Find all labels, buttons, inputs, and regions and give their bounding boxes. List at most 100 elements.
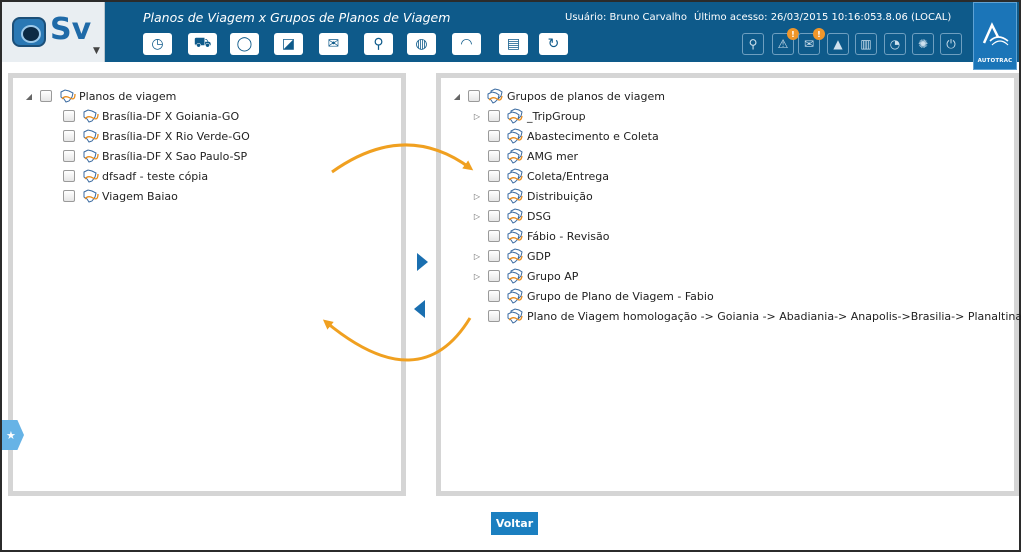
user-label: Usuário: Bruno Carvalho: [565, 12, 687, 23]
tree-node-label[interactable]: _TripGroup: [527, 110, 586, 123]
autotrac-brand: AUTOTRAC: [973, 2, 1017, 70]
tree-checkbox[interactable]: [488, 290, 500, 302]
tree-checkbox[interactable]: [63, 190, 75, 202]
search-button[interactable]: ⚲: [742, 33, 764, 55]
tree-item-plan-group: ▷ DSG: [472, 206, 551, 226]
tree-checkbox[interactable]: [63, 150, 75, 162]
refresh-button[interactable]: ↻: [539, 33, 568, 55]
signal-button[interactable]: ◠: [452, 33, 481, 55]
help-button[interactable]: ✺: [912, 33, 934, 55]
tree-item-travel-plan: dfsadf - teste cópia: [47, 166, 208, 186]
app-header: Sv ▼ Planos de Viagem x Grupos de Planos…: [2, 2, 1019, 70]
tree-item-travel-plan: Brasília-DF X Rio Verde-GO: [47, 126, 250, 146]
tree-checkbox[interactable]: [488, 170, 500, 182]
graduation-button[interactable]: ▲: [827, 33, 849, 55]
chat-button[interactable]: ◔: [884, 33, 906, 55]
move-left-button[interactable]: [413, 299, 427, 319]
map-group-icon: [507, 288, 523, 304]
version-label: 3.8.06 (LOCAL): [876, 12, 952, 23]
map-group-icon: [507, 268, 523, 284]
tree-checkbox[interactable]: [63, 110, 75, 122]
tree-item-plan-group: Coleta/Entrega: [472, 166, 609, 186]
tree-checkbox[interactable]: [488, 110, 500, 122]
tree-collapse-toggle[interactable]: ◢: [24, 92, 34, 101]
tree-item-plan-group: Abastecimento e Coleta: [472, 126, 659, 146]
tree-item-plan-group: ▷ _TripGroup: [472, 106, 586, 126]
tree-node-label[interactable]: Planos de viagem: [79, 90, 176, 103]
tree-node-label[interactable]: Abastecimento e Coleta: [527, 130, 659, 143]
notification-badge: !: [813, 28, 825, 40]
tree-checkbox[interactable]: [488, 270, 500, 282]
map-icon: [83, 129, 99, 143]
tree-node-label[interactable]: DSG: [527, 210, 551, 223]
clock-button[interactable]: ◷: [143, 33, 172, 55]
tree-item-plan-group: Plano de Viagem homologação -> Goiania -…: [472, 306, 1021, 326]
map-group-icon: [507, 168, 523, 184]
map-icon: [83, 169, 99, 183]
tree-item-travel-plan: Brasília-DF X Sao Paulo-SP: [47, 146, 247, 166]
tree-item-plan-group: AMG mer: [472, 146, 578, 166]
tree-node-label[interactable]: Grupo de Plano de Viagem - Fabio: [527, 290, 714, 303]
app-logo-menu[interactable]: Sv ▼: [2, 2, 105, 62]
tree-node-label[interactable]: Brasília-DF X Goiania-GO: [102, 110, 239, 123]
book-button[interactable]: ▥: [855, 33, 877, 55]
tree-expand-toggle[interactable]: ▷: [472, 252, 482, 261]
brand-name: AUTOTRAC: [977, 58, 1013, 64]
tree-checkbox[interactable]: [63, 170, 75, 182]
tree-node-label[interactable]: Plano de Viagem homologação -> Goiania -…: [527, 310, 1021, 323]
tree-node-label[interactable]: AMG mer: [527, 150, 578, 163]
tree-checkbox[interactable]: [488, 250, 500, 262]
tree-expand-toggle[interactable]: ▷: [472, 272, 482, 281]
tree-expand-toggle[interactable]: ▷: [472, 212, 482, 221]
messages-button[interactable]: ✉!: [798, 28, 825, 55]
move-right-button[interactable]: [415, 252, 429, 272]
tree-node-label[interactable]: Distribuição: [527, 190, 593, 203]
chat-icon: ◔: [889, 37, 901, 51]
tree-item-travel-plan: Brasília-DF X Goiania-GO: [47, 106, 239, 126]
person-button[interactable]: ⚲: [364, 33, 393, 55]
tree-node-label[interactable]: Fábio - Revisão: [527, 230, 609, 243]
tree-root-travel-plans: ◢ Planos de viagem: [24, 86, 176, 106]
cards-button[interactable]: ▤: [499, 33, 528, 55]
tree-checkbox[interactable]: [488, 230, 500, 242]
tree-checkbox[interactable]: [488, 310, 500, 322]
tree-checkbox[interactable]: [40, 90, 52, 102]
map-group-icon: [507, 108, 523, 124]
tree-node-label[interactable]: Brasília-DF X Sao Paulo-SP: [102, 150, 247, 163]
tree-checkbox[interactable]: [488, 190, 500, 202]
power-icon: ⏻: [946, 36, 956, 51]
refresh-icon: ↻: [547, 36, 560, 52]
tree-checkbox[interactable]: [488, 210, 500, 222]
tree-expand-toggle[interactable]: ▷: [472, 112, 482, 121]
cards-icon: ▤: [506, 36, 521, 52]
eraser-button[interactable]: ◪: [274, 33, 303, 55]
tree-node-label[interactable]: Grupo AP: [527, 270, 578, 283]
tree-node-label[interactable]: Viagem Baiao: [102, 190, 178, 203]
eye-logo-icon: [12, 17, 46, 47]
logo-text: Sv: [50, 12, 92, 47]
tree-root-plan-groups: ◢ Grupos de planos de viagem: [452, 86, 665, 106]
tree-node-label[interactable]: Grupos de planos de viagem: [507, 90, 665, 103]
truck-button[interactable]: ⛟: [188, 33, 217, 55]
tree-node-label[interactable]: dfsadf - teste cópia: [102, 170, 208, 183]
map-icon: [83, 189, 99, 203]
search-location-button[interactable]: ◯: [230, 33, 259, 55]
globe-button[interactable]: ◍: [407, 33, 436, 55]
tree-checkbox[interactable]: [488, 150, 500, 162]
map-group-icon: [507, 208, 523, 224]
alert-button[interactable]: ⚠!: [772, 28, 799, 55]
tree-expand-toggle[interactable]: ▷: [472, 192, 482, 201]
tree-item-travel-plan: Viagem Baiao: [47, 186, 178, 206]
tree-checkbox[interactable]: [488, 130, 500, 142]
tree-collapse-toggle[interactable]: ◢: [452, 92, 462, 101]
mail-icon: ✉: [327, 36, 340, 52]
power-button[interactable]: ⏻: [940, 33, 962, 55]
tree-node-label[interactable]: Coleta/Entrega: [527, 170, 609, 183]
tree-node-label[interactable]: GDP: [527, 250, 551, 263]
back-button[interactable]: Voltar: [491, 512, 538, 535]
tree-checkbox[interactable]: [63, 130, 75, 142]
tree-checkbox[interactable]: [468, 90, 480, 102]
map-group-icon: [507, 308, 523, 324]
tree-node-label[interactable]: Brasília-DF X Rio Verde-GO: [102, 130, 250, 143]
mail-button[interactable]: ✉: [319, 33, 348, 55]
